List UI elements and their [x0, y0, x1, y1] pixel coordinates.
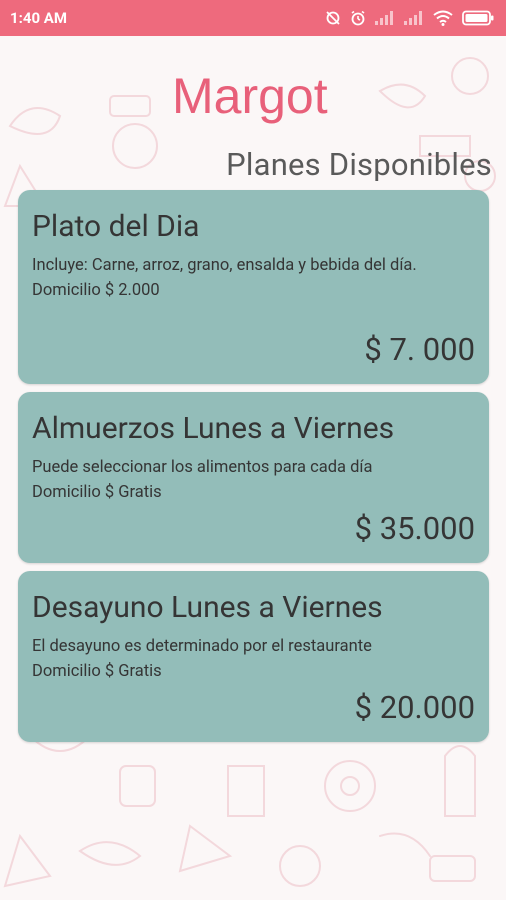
app-logo: Margot [172, 68, 328, 124]
status-bar: 1:40 AM [0, 0, 506, 36]
alarm-icon [351, 10, 365, 26]
plan-price: $ 20.000 [354, 689, 475, 726]
plan-delivery: Domicilio $ Gratis [32, 483, 162, 502]
plan-description: Puede seleccionar los alimentos para cad… [32, 458, 373, 477]
plan-title: Plato del Dia [32, 209, 200, 244]
logo-text: Margot [172, 68, 328, 124]
plan-description: Incluye: Carne, arroz, grano, ensalda y … [32, 256, 417, 275]
status-time: 1:40 AM [10, 9, 67, 27]
signal-icon [404, 11, 422, 25]
plan-card[interactable]: Desayuno Lunes a Viernes El desayuno es … [18, 571, 489, 742]
plan-card[interactable]: Almuerzos Lunes a Viernes Puede seleccio… [18, 392, 489, 563]
plan-delivery: Domicilio $ 2.000 [32, 281, 160, 300]
plan-title: Almuerzos Lunes a Viernes [32, 411, 395, 446]
page-title: Planes Disponibles [226, 146, 492, 183]
plan-price: $ 7. 000 [364, 331, 475, 368]
signal-icon [375, 11, 393, 25]
plan-card[interactable]: Plato del Dia Incluye: Carne, arroz, gra… [18, 190, 489, 384]
wifi-icon [433, 10, 453, 26]
plan-delivery: Domicilio $ Gratis [32, 662, 162, 681]
plan-title: Desayuno Lunes a Viernes [32, 590, 383, 625]
status-icons [325, 10, 494, 26]
battery-icon [462, 10, 494, 26]
mute-icon [326, 11, 340, 25]
plan-price: $ 35.000 [354, 510, 475, 547]
plan-description: El desayuno es determinado por el restau… [32, 637, 372, 656]
